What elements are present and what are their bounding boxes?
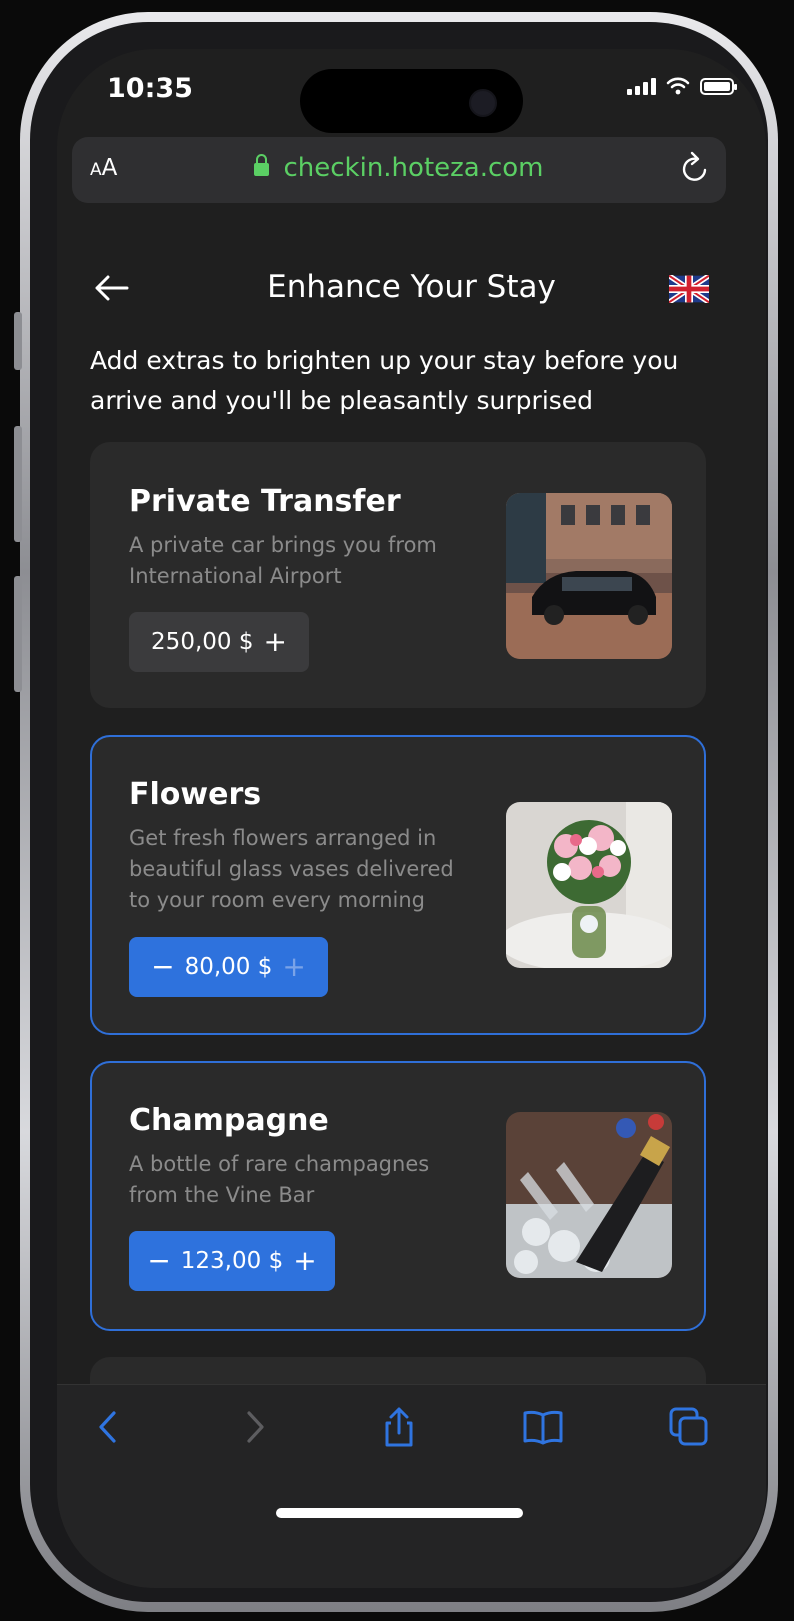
minus-button[interactable]: − — [151, 953, 174, 981]
volume-down-button — [14, 576, 22, 692]
volume-up-button — [14, 426, 22, 542]
mute-switch — [14, 312, 22, 370]
price-label: 250,00 $ — [151, 629, 254, 655]
home-indicator[interactable] — [276, 1508, 523, 1518]
plus-icon: + — [263, 625, 287, 658]
battery-icon — [700, 78, 737, 95]
wifi-icon — [666, 77, 690, 95]
reload-icon[interactable] — [678, 149, 712, 187]
status-icons — [627, 77, 737, 95]
extra-description: A private car brings you from Internatio… — [129, 533, 437, 588]
champagne-bucket-photo — [506, 1112, 672, 1278]
phone-screen: 10:35 AA checkin.hoteza.com Enhance Your… — [57, 49, 766, 1588]
dynamic-island — [300, 69, 523, 133]
browser-toolbar — [57, 1384, 766, 1588]
share-icon[interactable] — [377, 1405, 421, 1449]
url-text: checkin.hoteza.com — [283, 153, 544, 183]
signal-icon — [627, 78, 656, 95]
status-bar: 10:35 — [57, 49, 766, 133]
page-title: Enhance Your Stay — [267, 269, 556, 305]
page-header: Enhance Your Stay — [57, 265, 766, 315]
uk-flag-icon[interactable] — [669, 275, 709, 303]
extra-title: Flowers — [129, 777, 262, 812]
add-extra-button[interactable]: 250,00 $ + — [129, 612, 309, 672]
browser-back-icon[interactable] — [87, 1405, 131, 1449]
extra-description: A bottle of rare champagnes from the Vin… — [129, 1152, 430, 1207]
extra-card-champagne[interactable]: Champagne A bottle of rare champagnes fr… — [90, 1061, 706, 1331]
bookmarks-icon[interactable] — [521, 1405, 565, 1449]
extra-title: Private Transfer — [129, 484, 401, 519]
extra-card-flowers[interactable]: Flowers Get fresh flowers arranged in be… — [90, 735, 706, 1035]
intro-text: Add extras to brighten up your stay befo… — [90, 346, 679, 415]
browser-forward-icon[interactable] — [232, 1405, 276, 1449]
quantity-stepper[interactable]: − 123,00 $ + — [129, 1231, 335, 1291]
url-display[interactable]: checkin.hoteza.com — [72, 153, 726, 183]
clock: 10:35 — [107, 73, 193, 104]
address-bar[interactable]: AA checkin.hoteza.com — [72, 137, 726, 203]
extra-title: Champagne — [129, 1103, 329, 1138]
price-label: 80,00 $ — [184, 954, 273, 980]
black-sedan-photo — [506, 493, 672, 659]
quantity-stepper[interactable]: − 80,00 $ + — [129, 937, 328, 997]
price-label: 123,00 $ — [180, 1248, 284, 1274]
minus-button[interactable]: − — [147, 1247, 170, 1275]
plus-button[interactable]: + — [293, 1247, 316, 1275]
camera-icon — [469, 89, 497, 117]
plus-button[interactable]: + — [282, 953, 305, 981]
flower-vase-photo — [506, 802, 672, 968]
extra-description: Get fresh flowers arranged in beautiful … — [129, 826, 454, 912]
extra-card-private-transfer[interactable]: Private Transfer A private car brings yo… — [90, 442, 706, 708]
lock-icon — [254, 154, 270, 176]
tabs-icon[interactable] — [667, 1405, 711, 1449]
